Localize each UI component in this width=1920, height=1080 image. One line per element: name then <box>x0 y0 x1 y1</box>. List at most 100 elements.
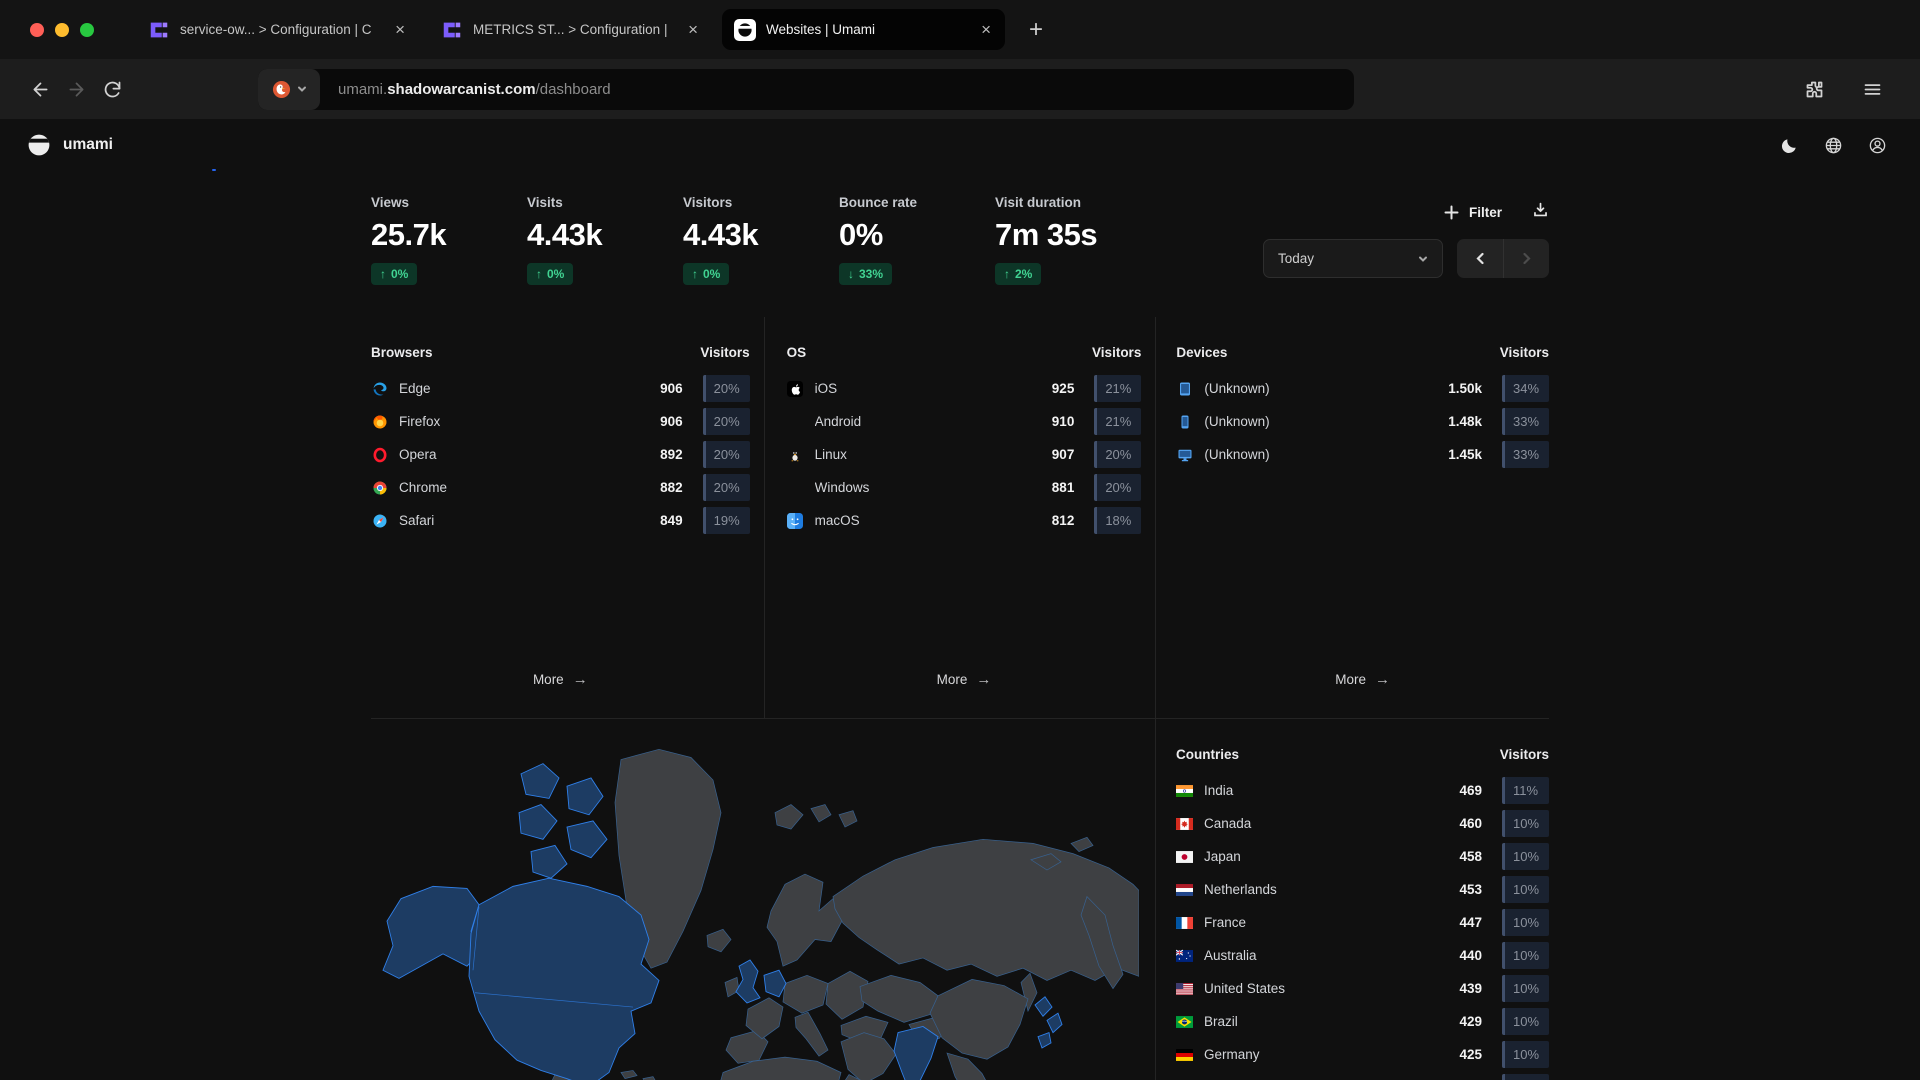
theme-moon-icon[interactable] <box>1772 128 1806 162</box>
reload-button[interactable] <box>94 71 130 107</box>
minimize-window-button[interactable] <box>55 23 69 37</box>
list-item[interactable]: France 447 10% <box>1176 906 1549 939</box>
list-item[interactable]: Windows 881 20% <box>787 471 1142 504</box>
tab-close-icon[interactable]: × <box>393 20 407 40</box>
umami-logo-icon <box>26 132 52 158</box>
prev-period-button[interactable] <box>1457 239 1503 278</box>
flag-br-icon <box>1176 1014 1193 1029</box>
row-label: (Unknown) <box>1204 447 1437 462</box>
app-nav-item[interactable] <box>259 119 289 171</box>
world-map[interactable] <box>371 735 1139 1080</box>
row-label: Firefox <box>399 414 649 429</box>
app-nav-item[interactable] <box>199 119 229 171</box>
linux-icon <box>787 447 804 462</box>
list-item[interactable]: Linux 907 20% <box>787 438 1142 471</box>
devices-more-link[interactable]: More→ <box>1176 671 1549 688</box>
coolify-icon <box>441 19 463 41</box>
search-engine-chip[interactable] <box>258 69 320 110</box>
app-nav-item[interactable] <box>229 119 259 171</box>
metric-value: 7m 35s <box>995 217 1151 253</box>
language-globe-icon[interactable] <box>1816 128 1850 162</box>
metrics-panels: Browsers Visitors Edge 906 20% Firefox 9… <box>371 317 1549 719</box>
os-more-link[interactable]: More→ <box>787 671 1142 688</box>
app-header: umami <box>0 119 1920 171</box>
browser-tab[interactable]: METRICS ST... > Configuration | × <box>429 9 712 50</box>
browser-nav-bar: umami.shadowarcanist.com/dashboard <box>0 59 1920 119</box>
profile-icon[interactable] <box>1860 128 1894 162</box>
os-panel: OS Visitors iOS 925 21% Android 910 21% … <box>764 317 1157 718</box>
row-value: 849 <box>660 513 683 528</box>
percent-bar: 20% <box>1094 441 1141 468</box>
mobile-icon <box>1176 414 1193 429</box>
tab-title: Websites | Umami <box>766 22 969 37</box>
percent-bar: 10% <box>1502 942 1549 969</box>
percent-bar: 10% <box>1502 810 1549 837</box>
row-label: France <box>1204 915 1448 930</box>
list-item[interactable]: Brazil 429 10% <box>1176 1005 1549 1038</box>
none-icon <box>787 480 804 495</box>
list-item[interactable]: (Unknown) 1.48k 33% <box>1176 405 1549 438</box>
browsers-more-link[interactable]: More→ <box>371 671 750 688</box>
countries-panel: Countries Visitors India 469 11% Canada … <box>1155 719 1549 1080</box>
tab-close-icon[interactable]: × <box>686 20 700 40</box>
list-item[interactable]: United Kingdom 415 9% <box>1176 1071 1549 1080</box>
tab-strip: service-ow... > Configuration | C × METR… <box>136 9 1005 50</box>
list-item[interactable]: macOS 812 18% <box>787 504 1142 537</box>
row-value: 440 <box>1459 948 1482 963</box>
list-item[interactable]: Netherlands 453 10% <box>1176 873 1549 906</box>
metric-label: Bounce rate <box>839 195 995 210</box>
list-item[interactable]: Opera 892 20% <box>371 438 750 471</box>
chevron-left-icon <box>1474 252 1487 265</box>
zoom-window-button[interactable] <box>80 23 94 37</box>
metric-label: Views <box>371 195 527 210</box>
row-label: United States <box>1204 981 1448 996</box>
row-value: 892 <box>660 447 683 462</box>
filter-button[interactable]: Filter <box>1443 204 1502 221</box>
forward-button[interactable] <box>58 71 94 107</box>
browser-tab[interactable]: Websites | Umami × <box>722 9 1005 50</box>
metric-label: Visit duration <box>995 195 1151 210</box>
list-item[interactable]: Australia 440 10% <box>1176 939 1549 972</box>
back-button[interactable] <box>22 71 58 107</box>
list-item[interactable]: Canada 460 10% <box>1176 807 1549 840</box>
percent-bar: 11% <box>1502 777 1549 804</box>
metric-label: Visits <box>527 195 683 210</box>
close-window-button[interactable] <box>30 23 44 37</box>
browser-tab[interactable]: service-ow... > Configuration | C × <box>136 9 419 50</box>
list-item[interactable]: Germany 425 10% <box>1176 1038 1549 1071</box>
flag-fr-icon <box>1176 915 1193 930</box>
list-item[interactable]: (Unknown) 1.45k 33% <box>1176 438 1549 471</box>
list-item[interactable]: India 469 11% <box>1176 774 1549 807</box>
list-item[interactable]: iOS 925 21% <box>787 372 1142 405</box>
row-value: 906 <box>660 414 683 429</box>
list-item[interactable]: Chrome 882 20% <box>371 471 750 504</box>
row-value: 429 <box>1459 1014 1482 1029</box>
menu-hamburger-icon[interactable] <box>1854 71 1890 107</box>
address-bar[interactable]: umami.shadowarcanist.com/dashboard <box>258 69 1354 110</box>
list-item[interactable]: United States 439 10% <box>1176 972 1549 1005</box>
new-tab-button[interactable]: + <box>1029 16 1043 44</box>
chevron-down-icon <box>297 84 307 94</box>
list-item[interactable]: (Unknown) 1.50k 34% <box>1176 372 1549 405</box>
list-item[interactable]: Firefox 906 20% <box>371 405 750 438</box>
metric-change-badge: ↑0% <box>527 263 573 285</box>
list-item[interactable]: Edge 906 20% <box>371 372 750 405</box>
percent-bar: 20% <box>1094 474 1141 501</box>
metric-value: 0% <box>839 217 995 253</box>
row-label: (Unknown) <box>1204 381 1437 396</box>
list-item[interactable]: Safari 849 19% <box>371 504 750 537</box>
percent-bar: 21% <box>1094 375 1141 402</box>
date-range-select[interactable]: Today <box>1263 239 1443 278</box>
tab-close-icon[interactable]: × <box>979 20 993 40</box>
plus-icon <box>1443 204 1460 221</box>
list-item[interactable]: Japan 458 10% <box>1176 840 1549 873</box>
umami-brand[interactable]: umami <box>26 132 113 158</box>
list-item[interactable]: Android 910 21% <box>787 405 1142 438</box>
next-period-button[interactable] <box>1503 239 1549 278</box>
row-label: Safari <box>399 513 649 528</box>
app-nav-item[interactable] <box>169 119 199 171</box>
window-controls[interactable] <box>30 23 94 37</box>
extensions-puzzle-icon[interactable] <box>1796 71 1832 107</box>
metric-change-badge: ↓33% <box>839 263 892 285</box>
download-button[interactable] <box>1532 201 1549 223</box>
